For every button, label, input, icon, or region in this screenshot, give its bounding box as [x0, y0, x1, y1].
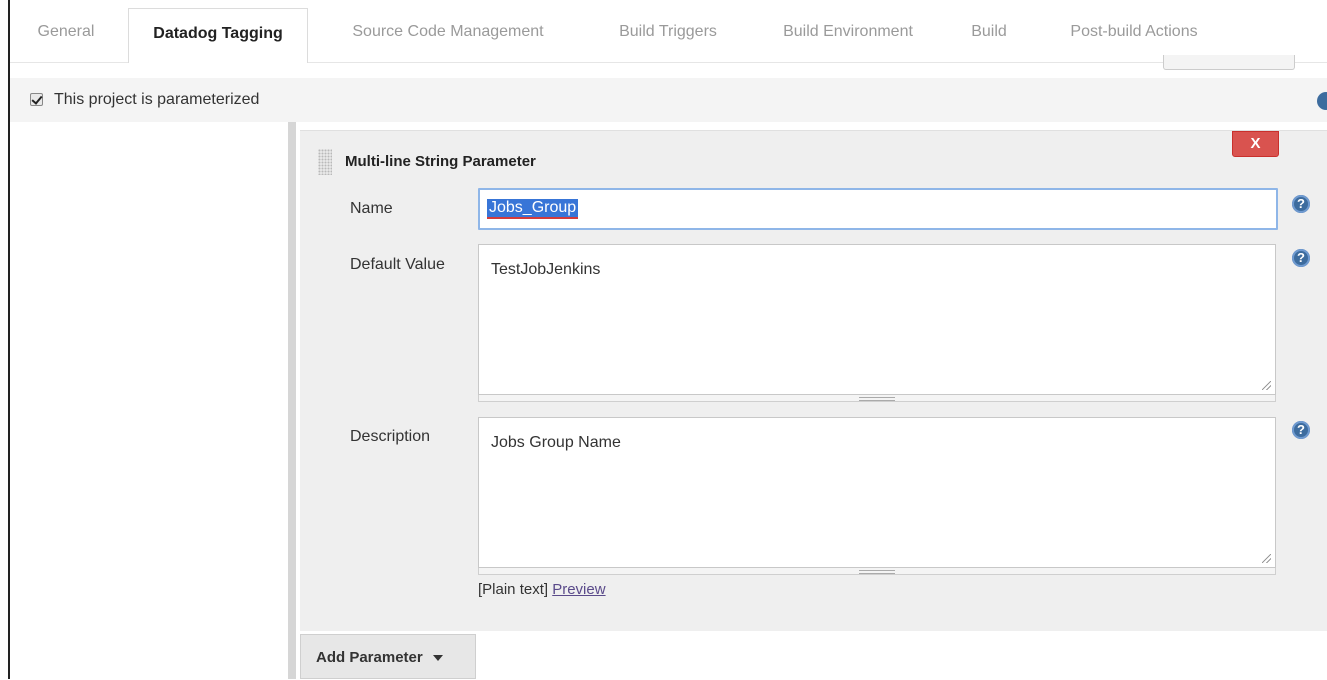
- default-value-help-icon[interactable]: ?: [1292, 249, 1310, 267]
- default-value-resize-handle[interactable]: [478, 395, 1276, 402]
- tab-build-triggers[interactable]: Build Triggers: [597, 7, 739, 62]
- tab-post-build-actions[interactable]: Post-build Actions: [1048, 7, 1220, 62]
- drag-handle-icon[interactable]: [318, 149, 332, 175]
- parameterized-label: This project is parameterized: [54, 91, 260, 108]
- caret-down-icon: [432, 655, 443, 662]
- parameter-title: Multi-line String Parameter: [345, 153, 536, 170]
- default-value-textarea[interactable]: TestJobJenkins: [478, 244, 1276, 395]
- description-help-icon[interactable]: ?: [1292, 421, 1310, 439]
- hidden-button-edge: [1163, 55, 1295, 70]
- delete-parameter-button[interactable]: X: [1232, 131, 1279, 157]
- name-help-icon[interactable]: ?: [1292, 195, 1310, 213]
- name-label: Name: [350, 200, 393, 217]
- name-input-value: Jobs_Group: [487, 199, 579, 219]
- resize-grip-icon[interactable]: [1262, 381, 1271, 390]
- resize-grip-icon[interactable]: [1262, 554, 1271, 563]
- tab-source-code-management[interactable]: Source Code Management: [328, 7, 568, 62]
- tab-build[interactable]: Build: [957, 7, 1021, 62]
- description-textarea[interactable]: Jobs Group Name: [478, 417, 1276, 568]
- description-text: Jobs Group Name: [491, 434, 621, 451]
- tab-datadog-tagging[interactable]: Datadog Tagging: [128, 8, 308, 63]
- default-value-label: Default Value: [350, 256, 445, 273]
- tab-general[interactable]: General: [16, 7, 116, 62]
- tab-build-environment[interactable]: Build Environment: [762, 7, 934, 62]
- help-icon[interactable]: [1317, 92, 1327, 110]
- config-tab-bar: General Datadog Tagging Source Code Mana…: [10, 0, 1327, 70]
- add-parameter-label: Add Parameter: [316, 649, 423, 666]
- parameterized-row: This project is parameterized: [10, 78, 1327, 122]
- name-input[interactable]: Jobs_Group: [478, 188, 1278, 230]
- description-format: [Plain text] Preview: [478, 581, 606, 598]
- description-resize-handle[interactable]: [478, 568, 1276, 575]
- plain-text-label: [Plain text]: [478, 581, 549, 598]
- add-parameter-button[interactable]: Add Parameter: [300, 634, 476, 679]
- description-label: Description: [350, 428, 431, 445]
- preview-link[interactable]: Preview: [552, 581, 605, 598]
- default-value-text: TestJobJenkins: [491, 261, 601, 278]
- parameterized-checkbox[interactable]: [30, 93, 43, 106]
- window-left-edge: [0, 0, 10, 679]
- section-indent-bar: [288, 122, 296, 679]
- parameter-card: Multi-line String Parameter X Name Jobs_…: [300, 130, 1327, 631]
